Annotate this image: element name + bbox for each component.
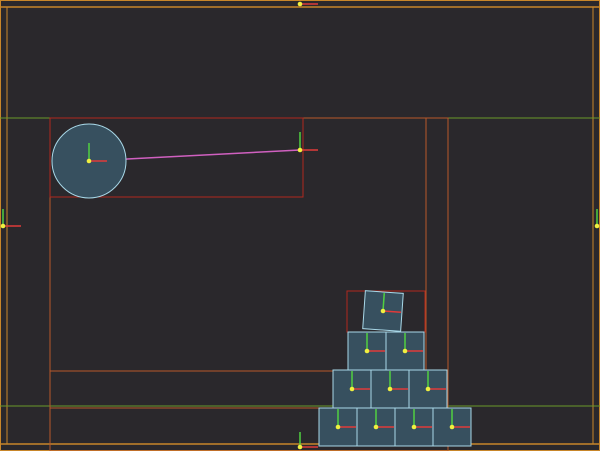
box-body[interactable] [318, 407, 358, 447]
box-center [364, 348, 370, 354]
box-center [449, 424, 455, 430]
ball-center [86, 158, 92, 164]
box-body[interactable] [408, 369, 448, 409]
box-body[interactable] [347, 331, 387, 371]
top-anchor-point [297, 1, 303, 7]
world-boundaries [0, 0, 600, 451]
physics-debug-view[interactable] [0, 0, 600, 451]
box-body[interactable] [432, 407, 472, 447]
aabb-right-column [425, 117, 449, 409]
box-center [335, 424, 341, 430]
left-wall-anchor [0, 209, 21, 229]
box-center [349, 386, 355, 392]
box-center [411, 424, 417, 430]
top-wall-anchor [297, 1, 318, 7]
box-center [425, 386, 431, 392]
wall-anchors [0, 1, 600, 450]
scene-canvas[interactable] [0, 0, 600, 451]
bottom-anchor-point [297, 444, 303, 450]
box-body[interactable] [356, 407, 396, 447]
anchor-point[interactable] [297, 147, 303, 153]
box-body[interactable] [362, 290, 404, 332]
box-center [402, 348, 408, 354]
outer-boundary [0, 0, 600, 451]
right-anchor-point [594, 223, 600, 229]
box-center [387, 386, 393, 392]
box-body[interactable] [385, 331, 425, 371]
joint-anchor[interactable] [297, 132, 318, 153]
right-wall-anchor [594, 209, 600, 229]
bottom-wall-anchor [297, 432, 318, 450]
box-body[interactable] [394, 407, 434, 447]
left-anchor-point [0, 223, 6, 229]
ball-body[interactable] [51, 123, 127, 199]
box-body[interactable] [332, 369, 372, 409]
box-body[interactable] [370, 369, 410, 409]
box-center [373, 424, 379, 430]
